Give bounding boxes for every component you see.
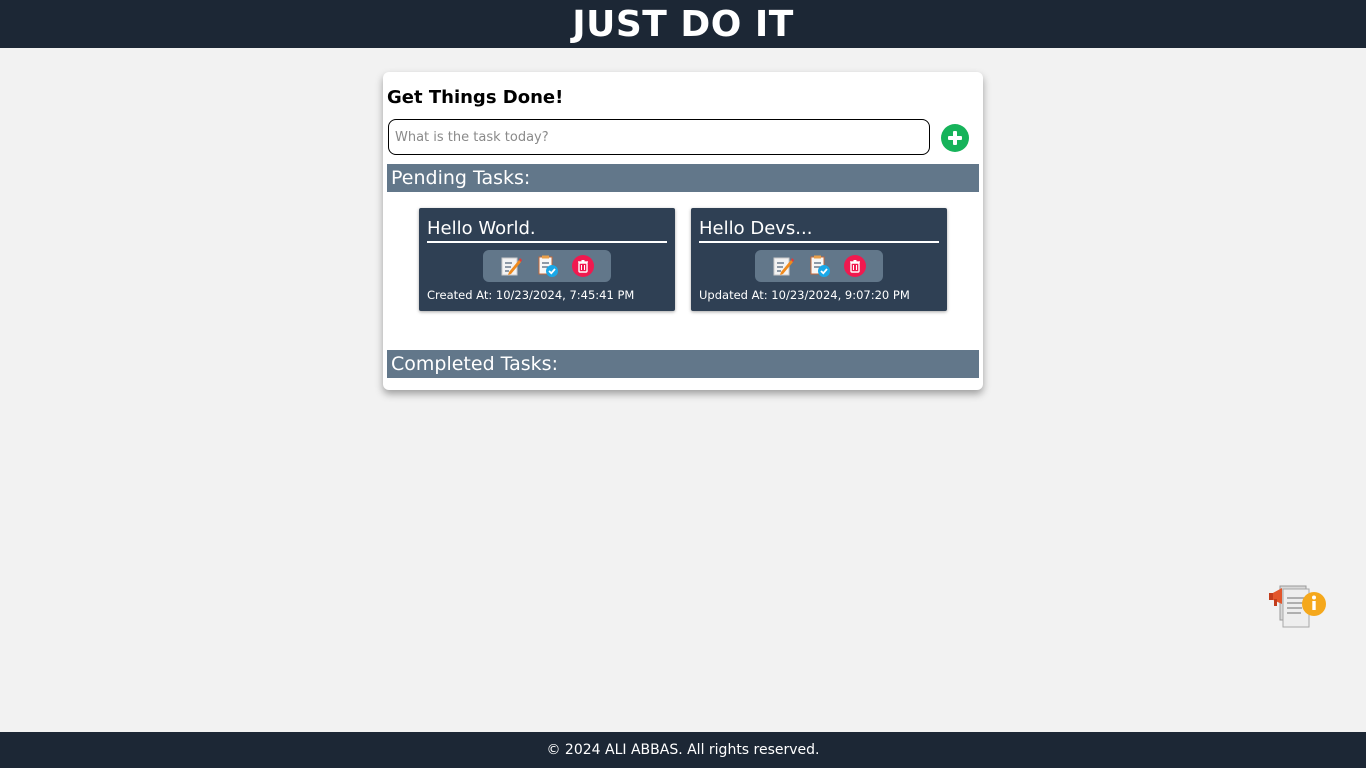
completed-section-header: Completed Tasks: [387, 350, 979, 378]
announcement-info-icon[interactable] [1268, 578, 1328, 632]
completed-section-label: Completed Tasks: [391, 353, 558, 375]
task-timestamp: Updated At: 10/23/2024, 9:07:20 PM [699, 288, 910, 302]
task-title: Hello Devs... [699, 218, 939, 243]
delete-icon[interactable] [844, 255, 866, 277]
task-actions [483, 250, 611, 282]
task-title: Hello World. [427, 218, 667, 243]
page-footer: © 2024 ALI ABBAS. All rights reserved. [0, 732, 1366, 768]
complete-icon[interactable] [808, 255, 830, 277]
todo-card: Get Things Done! Pending Tasks: Hello Wo… [383, 72, 983, 390]
edit-icon[interactable] [772, 255, 794, 277]
task-timestamp: Created At: 10/23/2024, 7:45:41 PM [427, 288, 635, 302]
add-task-button[interactable] [941, 124, 969, 152]
app-title: JUST DO IT [572, 3, 794, 45]
task-actions [755, 250, 883, 282]
pending-section-header: Pending Tasks: [387, 164, 979, 192]
app-header: JUST DO IT [0, 0, 1366, 48]
pending-section-label: Pending Tasks: [391, 167, 531, 189]
card-heading: Get Things Done! [387, 87, 564, 108]
task-input[interactable] [388, 119, 930, 155]
edit-icon[interactable] [500, 255, 522, 277]
complete-icon[interactable] [536, 255, 558, 277]
task-card: Hello Devs... Updated At: 10/23/2024, 9:… [691, 208, 947, 311]
delete-icon[interactable] [572, 255, 594, 277]
copyright-text: © 2024 ALI ABBAS. All rights reserved. [546, 742, 820, 758]
task-card: Hello World. Created At: 10/23/2024, 7:4… [419, 208, 675, 311]
